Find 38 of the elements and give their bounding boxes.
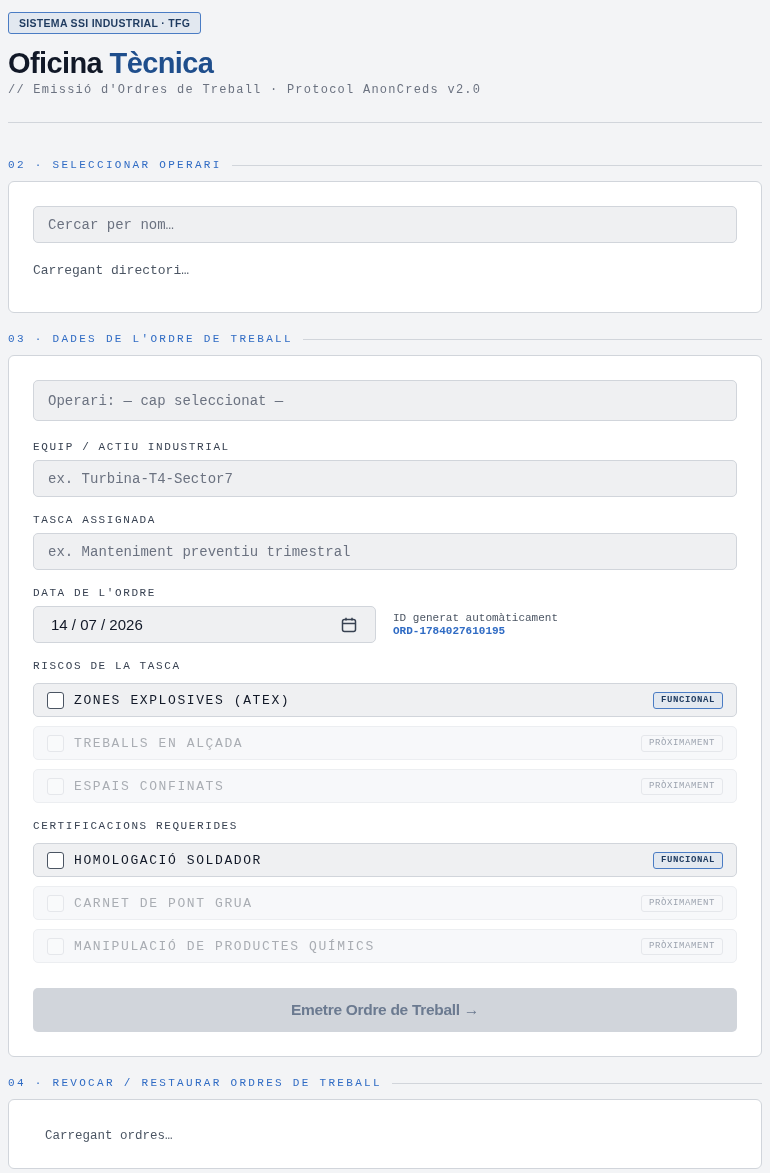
checkbox[interactable]: [47, 691, 64, 709]
status-badge: PRÒXIMAMENT: [641, 777, 723, 795]
option-label: HOMOLOGACIÓ SOLDADOR: [74, 852, 264, 868]
field-label: EQUIP / ACTIU INDUSTRIAL: [33, 440, 230, 454]
selected-operator-field: Operari: — cap seleccionat —: [33, 380, 737, 421]
date-field[interactable]: 14 / 07 / 2026: [33, 606, 376, 643]
checkbox-row[interactable]: ZONES EXPLOSIVES (ATEX) FUNCIONAL: [33, 683, 737, 717]
loading-status: Carregant ordres…: [45, 1128, 173, 1144]
page-subtitle: // Emissió d'Ordres de Treball · Protocol AnonCreds v2.0: [8, 82, 482, 98]
status-badge: PRÒXIMAMENT: [641, 734, 723, 752]
system-badge: SISTEMA SSI INDUSTRIAL · TFG: [8, 12, 202, 34]
field-label: TASCA ASSIGNADA: [33, 513, 157, 527]
status-badge: PRÒXIMAMENT: [641, 894, 723, 912]
input-field[interactable]: ex. Turbina-T4-Sector7: [33, 460, 737, 497]
calendar-icon[interactable]: [341, 616, 357, 633]
status-badge: PRÒXIMAMENT: [641, 937, 723, 955]
option-label: TREBALLS EN ALÇADA: [74, 735, 245, 751]
option-label: ZONES EXPLOSIVES (ATEX): [74, 692, 292, 708]
option-label: CARNET DE PONT GRUA: [74, 895, 254, 911]
loading-status: Carregant directori…: [33, 263, 190, 279]
field-label: DATA DE L'ORDRE: [33, 586, 157, 600]
search-field[interactable]: Cercar per nom…: [33, 206, 737, 243]
status-badge: FUNCIONAL: [653, 691, 723, 709]
id-caption: ID generat automàticament: [393, 611, 559, 625]
page-title: Oficina: [8, 47, 103, 79]
input-field[interactable]: ex. Manteniment preventiu trimestral: [33, 533, 737, 570]
section-heading: 04 · REVOCAR / RESTAURAR ORDRES DE TREBALL: [8, 1076, 382, 1090]
field-label: RISCOS DE LA TASCA: [33, 659, 181, 673]
order-id: ORD-1784027610195: [393, 624, 506, 638]
option-label: MANIPULACIÓ DE PRODUCTES QUÍMICS: [74, 938, 376, 954]
section-heading: 03 · DADES DE L'ORDRE DE TREBALL: [8, 332, 293, 346]
field-label: CERTIFICACIONS REQUERIDES: [33, 819, 239, 833]
section-heading: 02 · SELECCIONAR OPERARI: [8, 158, 222, 172]
status-badge: FUNCIONAL: [653, 851, 723, 869]
checkbox-row[interactable]: HOMOLOGACIÓ SOLDADOR FUNCIONAL: [33, 843, 737, 877]
option-label: ESPAIS CONFINATS: [74, 778, 226, 794]
checkbox[interactable]: [47, 851, 64, 869]
page-title-accent: Tècnica: [109, 47, 214, 79]
